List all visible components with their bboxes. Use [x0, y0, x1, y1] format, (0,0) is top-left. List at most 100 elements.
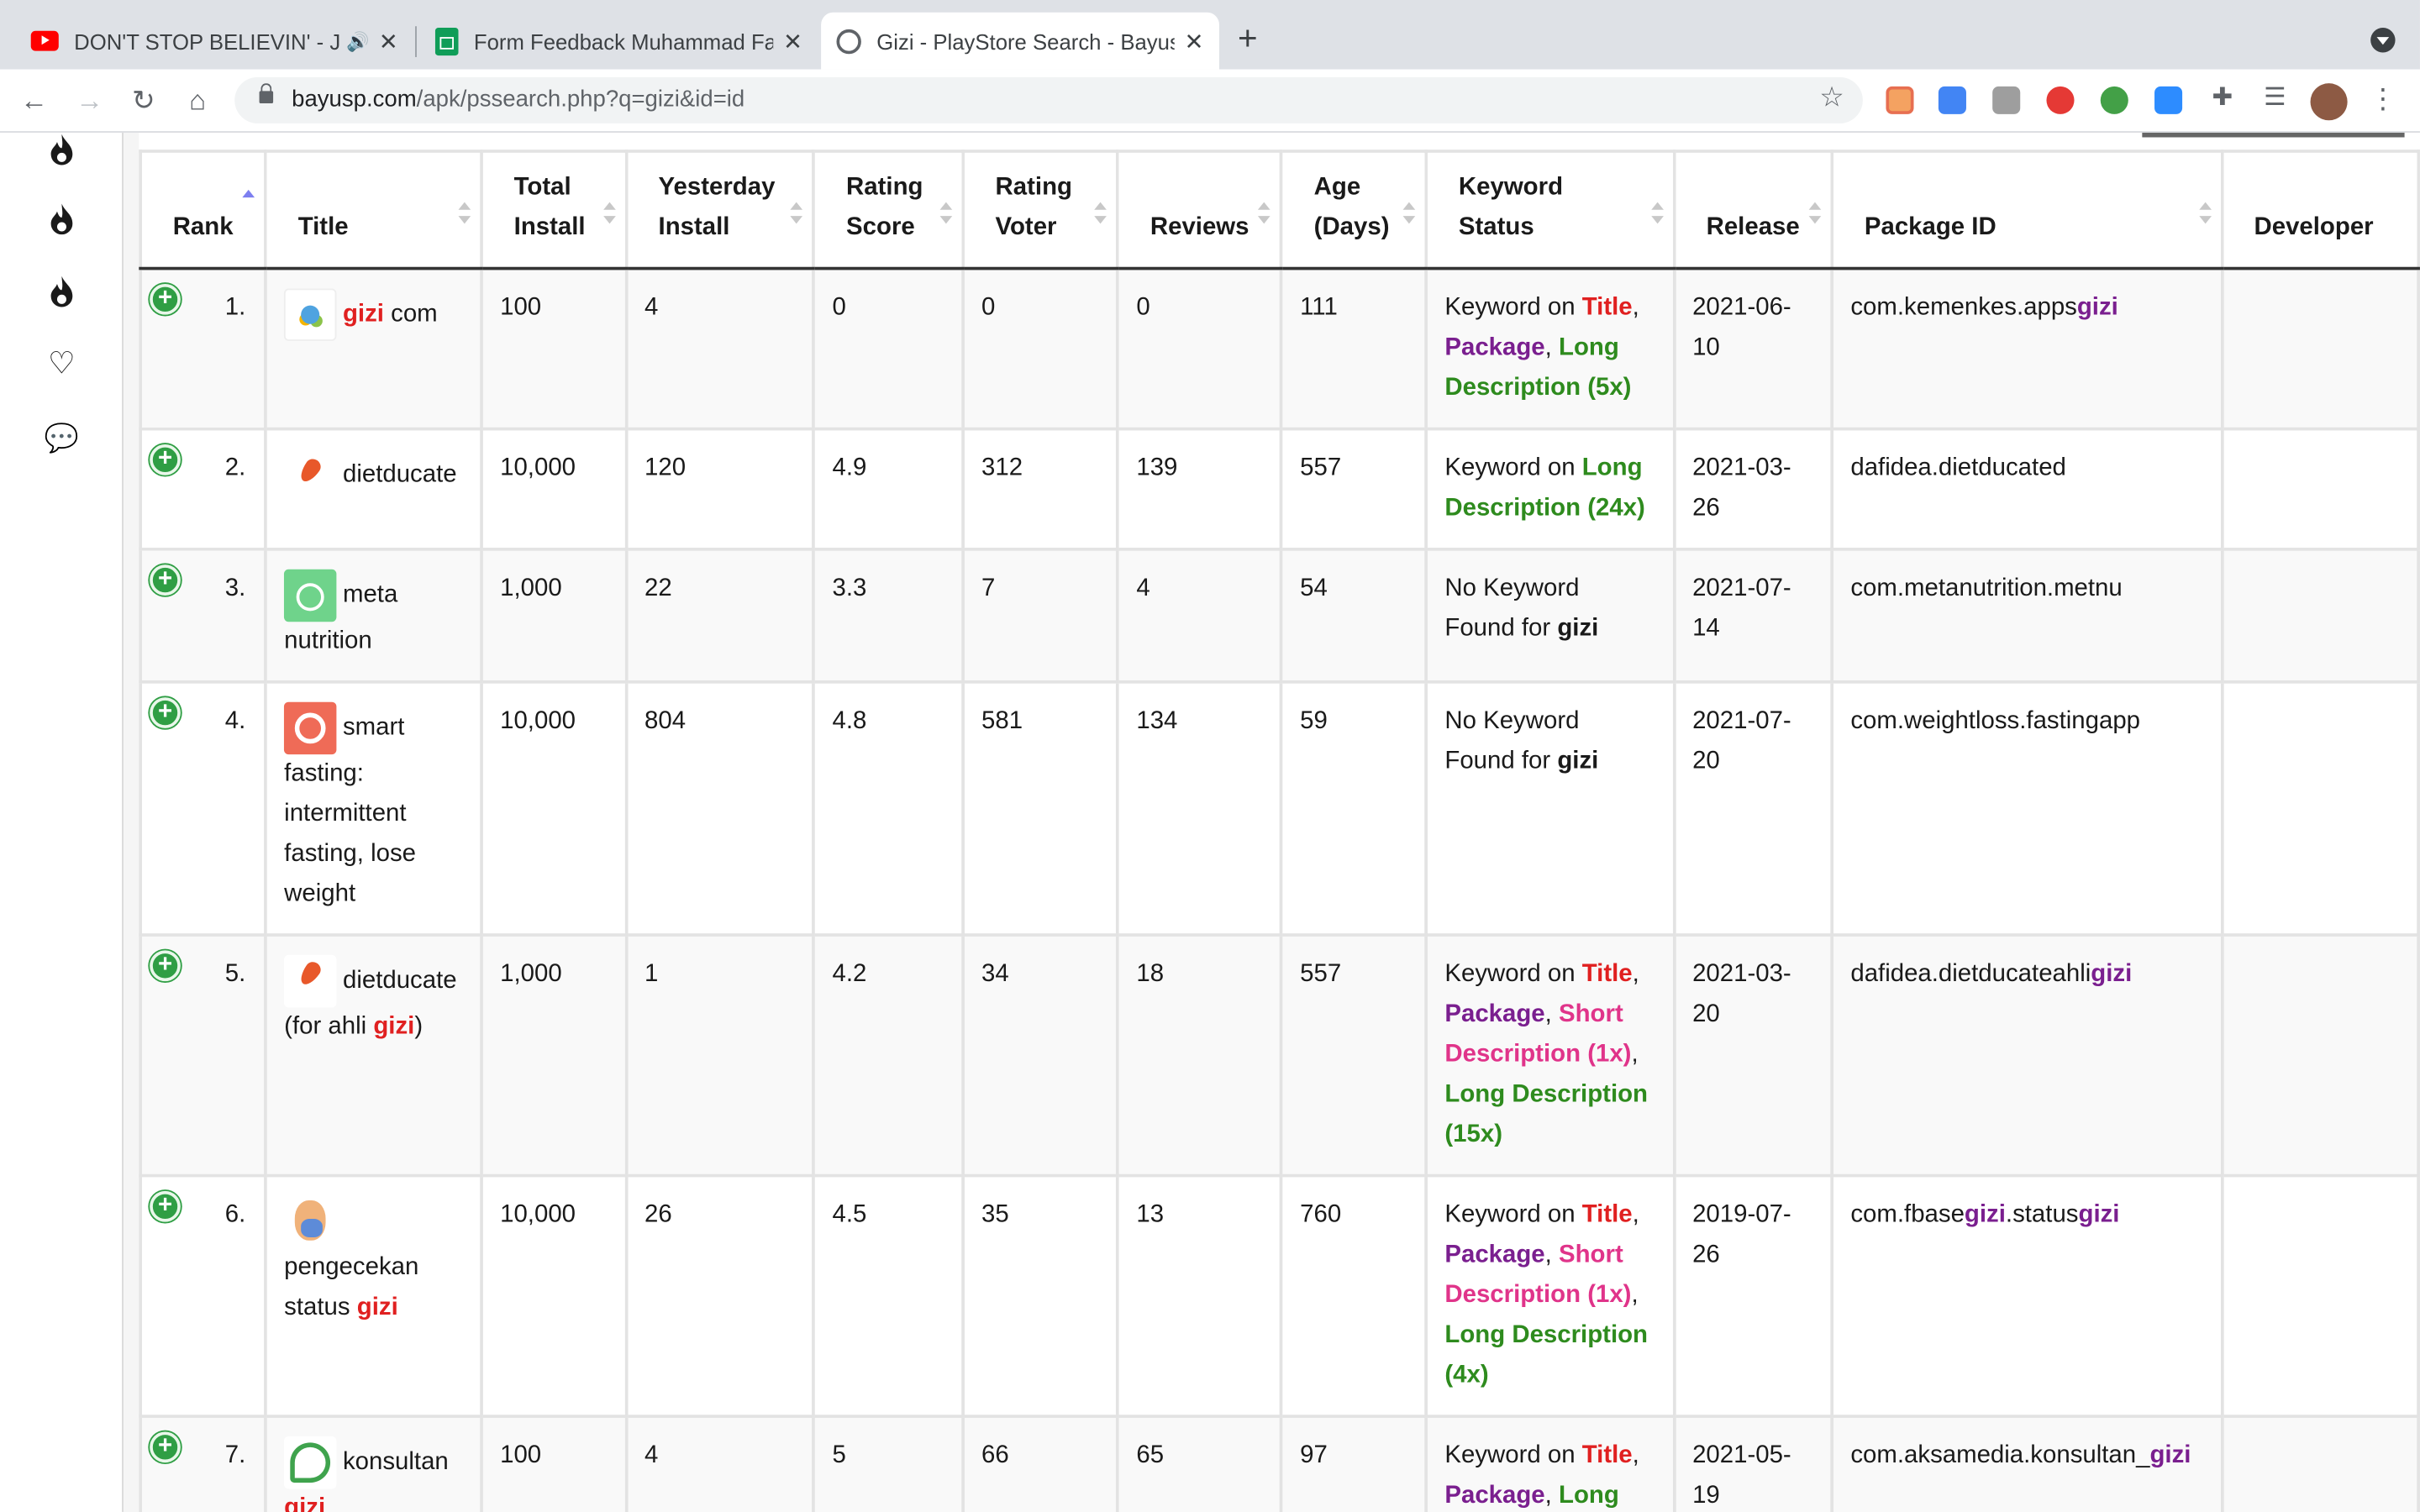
extensions-puzzle-icon[interactable]: ✚: [2204, 81, 2241, 118]
sort-icon[interactable]: [939, 202, 953, 224]
age-cell: 111: [1280, 266, 1428, 431]
title-cell[interactable]: smart fasting: intermittent fasting, los…: [264, 680, 483, 937]
zoom-extension-icon[interactable]: [2154, 86, 2183, 114]
sort-icon[interactable]: [602, 202, 616, 224]
add-icon[interactable]: +: [150, 1190, 181, 1222]
app-title: konsultan: [342, 1449, 449, 1476]
tab-search-button[interactable]: [2370, 28, 2396, 53]
hot-icon[interactable]: [48, 202, 76, 236]
sort-icon[interactable]: [790, 202, 803, 224]
title-cell[interactable]: konsultan gizi: [264, 1415, 483, 1512]
total-install-cell: 1,000: [480, 933, 628, 1178]
rating-voter-cell: 7: [961, 548, 1120, 684]
popular-icon[interactable]: [48, 275, 76, 308]
reload-button[interactable]: ↻: [125, 81, 162, 118]
col-total-install[interactable]: Total Install: [480, 150, 628, 270]
total-install-cell: 10,000: [480, 680, 628, 937]
tab-gizi-search[interactable]: Gizi - PlayStore Search - Bayus ✕: [821, 12, 1219, 70]
rating-score-cell: 4.2: [812, 933, 965, 1178]
comment-icon[interactable]: 💬: [43, 420, 80, 457]
sort-icon[interactable]: [1402, 202, 1416, 224]
extension-icon[interactable]: [1992, 86, 2021, 114]
package-keyword: gizi: [1964, 1201, 2006, 1229]
yesterday-install-cell: 1: [624, 933, 816, 1178]
browser-menu-icon[interactable]: ⋮: [2365, 81, 2402, 118]
forward-button[interactable]: →: [71, 81, 108, 118]
add-icon[interactable]: +: [150, 283, 181, 315]
extension-icon[interactable]: [1886, 86, 1914, 114]
sort-icon[interactable]: [1808, 202, 1822, 224]
release-date: 2019-07-: [1692, 1201, 1791, 1229]
app-title: ): [414, 1013, 424, 1040]
package-id: com.weightloss.fastingapp: [1850, 708, 2141, 735]
tab-title: DON'T STOP BELIEVIN' - J: [74, 28, 340, 54]
add-icon[interactable]: +: [150, 1431, 181, 1463]
title-cell[interactable]: meta nutrition: [264, 548, 483, 684]
address-bar[interactable]: bayusp.com/apk/pssearch.php?q=gizi&id=id…: [234, 76, 1863, 123]
sort-icon[interactable]: [1094, 202, 1107, 224]
add-icon[interactable]: +: [150, 697, 181, 728]
col-yesterday-install[interactable]: Yesterday Install: [624, 150, 816, 270]
col-rating-voter[interactable]: Rating Voter: [961, 150, 1120, 270]
add-icon[interactable]: +: [150, 950, 181, 982]
close-tab-icon[interactable]: ✕: [783, 27, 802, 55]
sort-icon[interactable]: [458, 202, 471, 224]
avatar[interactable]: [2310, 83, 2348, 121]
keyword-status-cell: No Keyword Found for gizi: [1424, 548, 1676, 684]
release-date: 2021-03-: [1692, 961, 1791, 988]
close-tab-icon[interactable]: ✕: [1185, 27, 1204, 55]
col-package-id[interactable]: Package ID: [1830, 150, 2223, 270]
ks-comma: ,: [1632, 294, 1639, 322]
title-cell[interactable]: dietducate: [264, 427, 483, 551]
total-install-cell: 1,000: [480, 548, 628, 684]
sort-asc-icon[interactable]: [242, 189, 255, 212]
sort-icon[interactable]: [2198, 202, 2212, 224]
header-label: Yesterday: [658, 174, 776, 201]
media-controls-icon[interactable]: ☰: [2256, 81, 2293, 118]
trending-icon[interactable]: [48, 133, 76, 166]
extension-icon[interactable]: [2100, 86, 2128, 114]
package-id: dafidea.dietducateahli: [1850, 961, 2091, 988]
total-install-cell: 100: [480, 266, 628, 431]
ks-comma: ,: [1544, 334, 1552, 361]
speaker-icon[interactable]: 🔊: [346, 30, 369, 52]
add-icon[interactable]: +: [150, 444, 181, 475]
sort-icon[interactable]: [1650, 202, 1664, 224]
header-label: Install: [658, 214, 730, 241]
ks-comma: ,: [1632, 961, 1639, 988]
bookmark-star-icon[interactable]: ☆: [1819, 81, 1844, 114]
reviews-cell: 18: [1116, 933, 1283, 1178]
col-rating-score[interactable]: Rating Score: [812, 150, 965, 270]
heart-icon[interactable]: ♡: [43, 345, 80, 382]
table-header-row: Rank Title Total Install Yesterday Install…: [139, 150, 2420, 270]
lock-icon[interactable]: [259, 83, 274, 104]
col-title[interactable]: Title: [264, 150, 483, 270]
ks-keyword: gizi: [1557, 615, 1599, 643]
tab-youtube[interactable]: DON'T STOP BELIEVIN' - J 🔊 ✕: [15, 13, 413, 70]
url-text[interactable]: bayusp.com/apk/pssearch.php?q=gizi&id=id: [292, 87, 744, 113]
sort-icon[interactable]: [1258, 202, 1271, 224]
home-button[interactable]: ⌂: [179, 81, 216, 118]
adblock-extension-icon[interactable]: [2046, 86, 2075, 114]
back-button[interactable]: ←: [15, 81, 52, 118]
col-release[interactable]: Release: [1672, 150, 1834, 270]
ks-comma: ,: [1632, 1442, 1639, 1469]
title-cell[interactable]: dietducate (for ahli gizi): [264, 933, 483, 1178]
col-developer[interactable]: Developer: [2220, 150, 2420, 270]
developer-cell: [2220, 680, 2420, 937]
title-cell[interactable]: gizi com: [264, 266, 483, 431]
sidebar-gutter: [123, 132, 139, 1512]
ks-comma: ,: [1544, 1483, 1552, 1509]
translate-extension-icon[interactable]: [1938, 86, 1966, 114]
tab-form-feedback[interactable]: Form Feedback Muhammad Fa ✕: [420, 13, 818, 70]
col-rank[interactable]: Rank: [139, 150, 267, 270]
total-install-cell: 10,000: [480, 1173, 628, 1418]
col-keyword-status[interactable]: Keyword Status: [1424, 150, 1676, 270]
title-cell[interactable]: pengecekan status gizi: [264, 1173, 483, 1418]
col-reviews[interactable]: Reviews: [1116, 150, 1283, 270]
rank-cell: +2.: [139, 427, 267, 551]
col-age[interactable]: Age (Days): [1280, 150, 1428, 270]
add-icon[interactable]: +: [150, 564, 181, 596]
close-tab-icon[interactable]: ✕: [379, 27, 398, 55]
new-tab-button[interactable]: +: [1238, 18, 1258, 59]
